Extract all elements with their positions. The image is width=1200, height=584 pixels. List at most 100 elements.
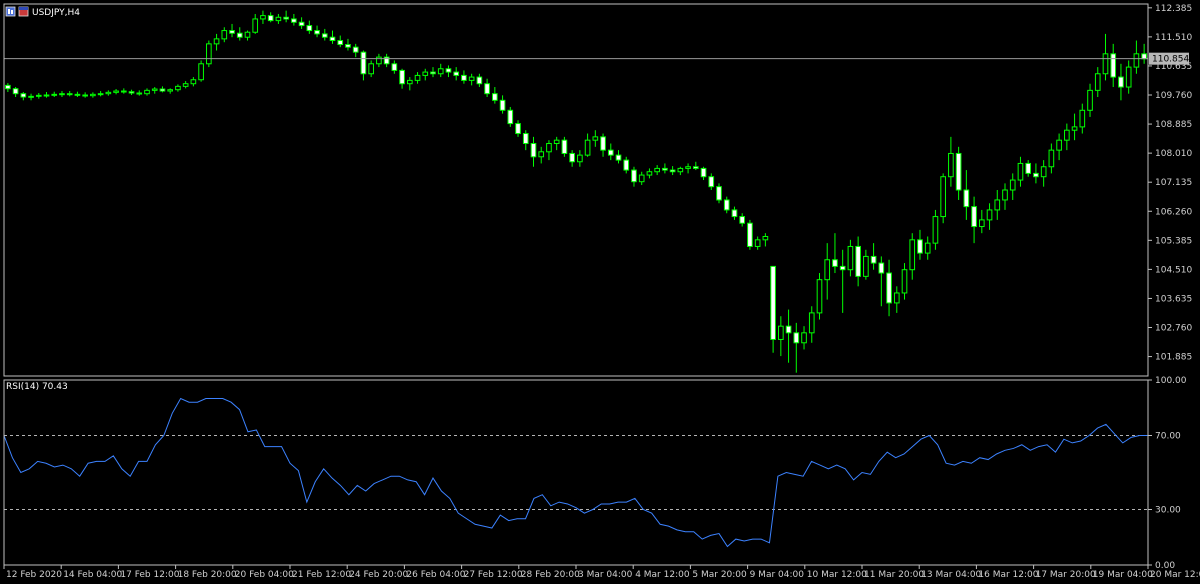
candle-body xyxy=(35,94,42,97)
candle-body xyxy=(739,216,746,224)
candle-body xyxy=(20,93,27,98)
candle-body xyxy=(252,18,259,33)
candle-body xyxy=(1133,53,1140,68)
price-tick-label: 108.010 xyxy=(1155,149,1192,159)
candle-body xyxy=(654,167,660,173)
time-tick-label: 20 Feb 04:00 xyxy=(235,570,294,580)
candle-body xyxy=(986,209,993,221)
candle-body xyxy=(932,216,939,244)
candle-body xyxy=(886,272,892,304)
candle-body xyxy=(607,149,614,156)
candle-body xyxy=(824,259,831,281)
price-tick-label: 112.385 xyxy=(1155,4,1192,14)
time-tick-label: 13 Mar 04:00 xyxy=(921,570,981,580)
candle-body xyxy=(770,265,776,340)
candle-body xyxy=(345,44,351,48)
candle-body xyxy=(870,255,877,264)
candle-body xyxy=(677,167,684,173)
candle-body xyxy=(151,88,158,91)
candle-body xyxy=(283,16,289,20)
candle-body xyxy=(801,332,807,344)
candle-body xyxy=(190,79,197,85)
candle-body xyxy=(1009,179,1016,191)
candle-body xyxy=(855,245,861,277)
candle-body xyxy=(1064,129,1070,141)
candle-body xyxy=(793,332,800,344)
time-tick-label: 17 Feb 12:00 xyxy=(120,570,179,580)
candle-body xyxy=(538,151,545,158)
chart-area: 112.385111.510110.635109.760108.885108.0… xyxy=(0,0,1200,584)
candle-body xyxy=(66,93,73,96)
candle-body xyxy=(399,69,405,85)
candle-body xyxy=(159,88,166,92)
candle-body xyxy=(569,152,575,163)
candle-body xyxy=(700,167,707,178)
candle-body xyxy=(82,94,88,97)
candle xyxy=(747,219,753,250)
time-tick-label: 21 Feb 12:00 xyxy=(292,570,351,580)
candle-body xyxy=(978,219,985,228)
time-tick-label: 10 Mar 12:00 xyxy=(807,570,867,580)
candle-body xyxy=(468,76,475,81)
candle-body xyxy=(360,51,367,75)
candle-body xyxy=(530,143,537,158)
time-tick-label: 26 Feb 04:00 xyxy=(406,570,465,580)
candle-body xyxy=(414,74,421,81)
candle-body xyxy=(105,91,112,95)
time-tick-label: 11 Mar 20:00 xyxy=(864,570,924,580)
candle-body xyxy=(267,15,274,22)
candle-body xyxy=(901,269,908,294)
time-tick-label: 3 Mar 04:00 xyxy=(578,570,633,580)
price-tick-label: 106.260 xyxy=(1155,207,1192,217)
current-price-label: 110.854 xyxy=(1149,52,1189,65)
candle-body xyxy=(1017,162,1024,181)
candle-body xyxy=(723,199,730,211)
time-tick-label: 9 Mar 04:00 xyxy=(750,570,805,580)
candle-body xyxy=(314,30,320,35)
candle-body xyxy=(669,169,676,173)
time-tick-label: 14 Feb 04:00 xyxy=(63,570,122,580)
candle-body xyxy=(522,133,529,144)
candle-body xyxy=(383,56,390,65)
candle-body xyxy=(917,239,923,254)
candle-body xyxy=(453,71,460,76)
candle-body xyxy=(546,143,552,153)
candle-body xyxy=(747,222,753,247)
candle-body xyxy=(808,312,815,334)
rsi-tick-label: 70.00 xyxy=(1155,432,1181,442)
candle-body xyxy=(236,32,243,38)
candle-body xyxy=(878,262,885,274)
candle-body xyxy=(963,189,970,208)
candle-body xyxy=(5,84,11,90)
candle-body xyxy=(144,89,150,95)
candle-body xyxy=(731,209,738,218)
candle-body xyxy=(1056,139,1062,151)
candle-body xyxy=(59,93,65,96)
time-tick-label: 27 Feb 12:00 xyxy=(464,570,523,580)
candle-body xyxy=(74,93,81,96)
price-tick-label: 103.635 xyxy=(1155,294,1192,304)
candle-body xyxy=(113,90,119,93)
candle-body xyxy=(1087,89,1093,111)
rsi-tick-label: 30.00 xyxy=(1155,506,1181,516)
candle-body xyxy=(492,93,498,101)
candle-body xyxy=(291,18,297,23)
candle-body xyxy=(391,63,398,71)
candle-body xyxy=(754,239,761,247)
candle xyxy=(716,183,722,204)
candle-body xyxy=(499,99,506,111)
candle-body xyxy=(1118,76,1124,88)
candle-body xyxy=(182,83,189,87)
price-tick-label: 104.510 xyxy=(1155,265,1192,275)
candle-body xyxy=(561,139,568,154)
candle-body xyxy=(1040,166,1047,178)
candle-body xyxy=(1048,149,1055,168)
candle-body xyxy=(971,206,977,228)
price-tick-label: 111.510 xyxy=(1155,33,1192,43)
candle-body xyxy=(646,171,653,176)
candle-body xyxy=(90,93,96,97)
time-tick-label: 19 Mar 04:00 xyxy=(1093,570,1153,580)
candle-body xyxy=(206,43,212,65)
candle-body xyxy=(785,325,792,334)
candle xyxy=(198,60,204,82)
